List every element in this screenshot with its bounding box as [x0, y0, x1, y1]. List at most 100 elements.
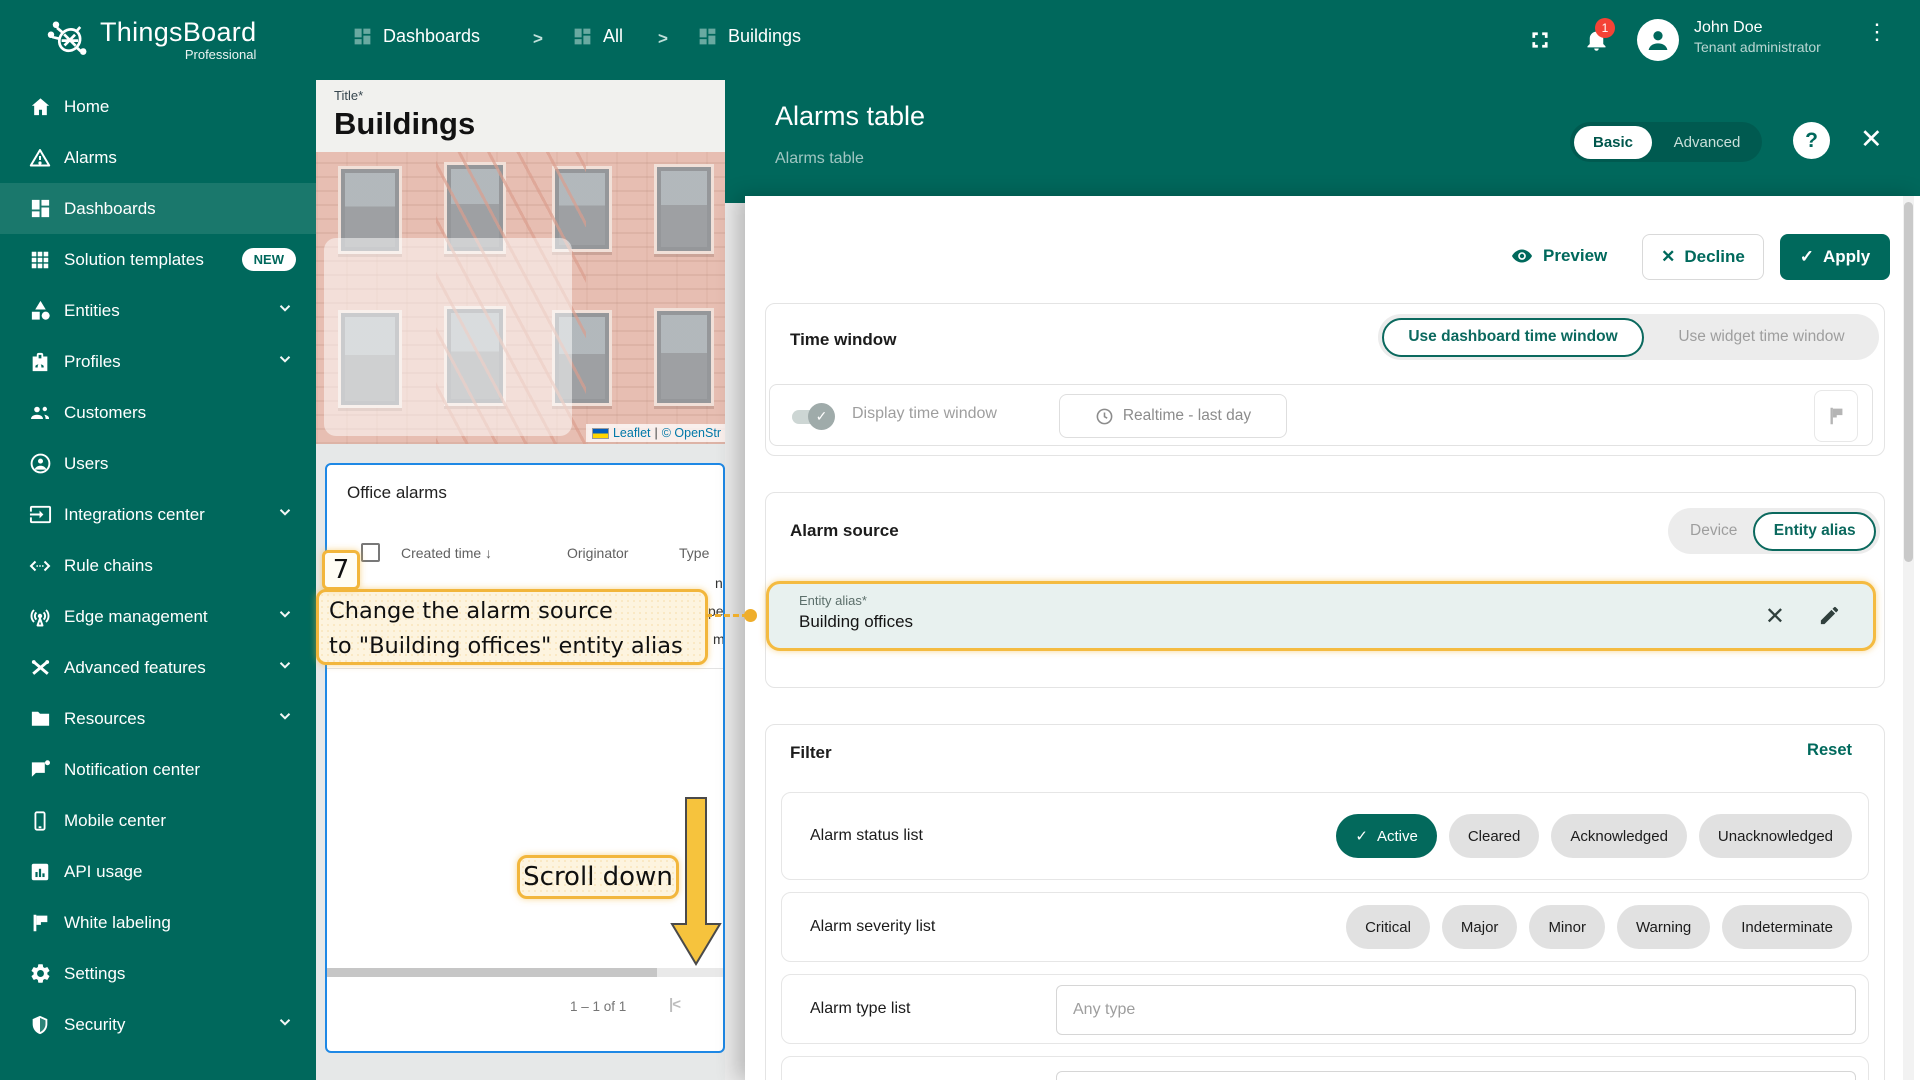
close-icon[interactable]: ✕ — [1860, 124, 1883, 155]
sidebar-item-api-usage[interactable]: API usage — [0, 846, 316, 897]
notifications-bell-icon[interactable]: 1 — [1583, 18, 1615, 58]
sidebar-item-white-labeling[interactable]: White labeling — [0, 897, 316, 948]
horizontal-scrollbar[interactable] — [327, 968, 723, 977]
folder-icon — [28, 707, 52, 731]
sort-desc-arrow-icon[interactable]: ↓ — [485, 545, 492, 561]
preview-button[interactable]: Preview — [1510, 244, 1607, 268]
clock-icon — [1096, 408, 1113, 424]
sidebar-item-home[interactable]: Home — [0, 81, 316, 132]
alarm-type-input[interactable] — [1056, 985, 1856, 1035]
leaflet-link[interactable]: Leaflet — [613, 426, 651, 440]
chevron-down-icon — [276, 299, 294, 322]
chip-warning[interactable]: Warning — [1616, 905, 1711, 949]
ukraine-flag-icon — [591, 427, 609, 439]
sidebar-item-customers[interactable]: Customers — [0, 387, 316, 438]
reset-link[interactable]: Reset — [1807, 741, 1852, 760]
profiles-badge-icon — [28, 350, 52, 374]
clear-icon[interactable]: ✕ — [1765, 602, 1785, 631]
chip-unacknowledged[interactable]: Unacknowledged — [1698, 814, 1852, 858]
toggle-thumb-check: ✓ — [808, 403, 835, 430]
panel-scrollbar[interactable] — [1903, 196, 1914, 1080]
tools-icon — [28, 656, 52, 680]
realtime-selector[interactable]: Realtime - last day — [1059, 394, 1287, 438]
chevron-down-icon — [276, 707, 294, 730]
users-person-icon — [28, 452, 52, 476]
sidebar-item-mobile-center[interactable]: Mobile center — [0, 795, 316, 846]
help-icon[interactable]: ? — [1793, 122, 1830, 159]
user-name: John Doe — [1694, 19, 1763, 36]
user-avatar[interactable] — [1637, 19, 1679, 61]
top-app-bar: ThingsBoard Professional Dashboards > Al… — [0, 0, 1920, 80]
alarm-severity-label: Alarm severity list — [810, 918, 936, 935]
breadcrumb-all[interactable]: All — [572, 26, 623, 47]
alarm-type-label: Alarm type list — [810, 1000, 911, 1017]
alarm-warning-icon — [28, 146, 52, 170]
chevron-down-icon — [276, 656, 294, 679]
breadcrumb-buildings[interactable]: Buildings — [697, 26, 801, 47]
user-role: Tenant administrator — [1694, 39, 1821, 55]
chip-active[interactable]: ✓ Active — [1336, 814, 1437, 858]
tab-advanced[interactable]: Advanced — [1652, 134, 1762, 151]
dashboard-edit-area: Title* Buildings Leaflet | © OpenStr Off… — [316, 80, 725, 1080]
alarm-status-label: Alarm status list — [810, 827, 923, 844]
sidebar-item-resources[interactable]: Resources — [0, 693, 316, 744]
chip-cleared[interactable]: Cleared — [1448, 814, 1540, 858]
kebab-menu-icon[interactable]: ⋮ — [1866, 21, 1888, 43]
sidebar-item-integrations[interactable]: Integrations center — [0, 489, 316, 540]
device-option[interactable]: Device — [1668, 522, 1753, 540]
thingsboard-app: ThingsBoard Professional Dashboards > Al… — [0, 0, 1920, 1080]
step-number-badge: 7 — [322, 550, 360, 590]
table-row-fragment: n — [715, 575, 723, 591]
dashboards-icon — [28, 197, 52, 221]
sidebar-item-solution-templates[interactable]: Solution templates NEW — [0, 234, 316, 285]
sidebar-item-dashboards[interactable]: Dashboards — [0, 183, 316, 234]
scroll-down-arrow — [670, 797, 722, 966]
dashboards-icon — [574, 28, 591, 45]
column-created-time[interactable]: Created time ↓ — [401, 545, 492, 561]
sidebar-item-alarms[interactable]: Alarms — [0, 132, 316, 183]
dashboard-title-card: Title* Buildings — [316, 80, 725, 152]
use-widget-time-window-option[interactable]: Use widget time window — [1644, 328, 1879, 346]
openstreetmap-link[interactable]: © OpenStr — [662, 426, 721, 440]
chip-minor[interactable]: Minor — [1529, 905, 1605, 949]
sidebar-item-security[interactable]: Security — [0, 999, 316, 1050]
tab-basic[interactable]: Basic — [1574, 125, 1652, 159]
use-dashboard-time-window-option[interactable]: Use dashboard time window — [1382, 317, 1644, 357]
chip-indeterminate[interactable]: Indeterminate — [1722, 905, 1852, 949]
thingsboard-logo[interactable]: ThingsBoard Professional — [44, 14, 256, 65]
dashboards-icon — [354, 28, 371, 45]
sidebar-item-settings[interactable]: Settings — [0, 948, 316, 999]
sidebar-item-advanced-features[interactable]: Advanced features — [0, 642, 316, 693]
column-type[interactable]: Type — [679, 545, 709, 561]
time-window-settings-row: ✓ Display time window Realtime - last da… — [769, 384, 1873, 446]
breadcrumb-dashboards[interactable]: Dashboards — [352, 26, 480, 47]
column-originator[interactable]: Originator — [567, 545, 628, 561]
sidebar-item-entities[interactable]: Entities — [0, 285, 316, 336]
scroll-down-callout: Scroll down — [517, 855, 679, 899]
notification-center-icon — [28, 758, 52, 782]
chip-critical[interactable]: Critical — [1346, 905, 1430, 949]
select-all-checkbox[interactable] — [361, 543, 380, 562]
entity-alias-field[interactable]: Entity alias* Building offices ✕ — [766, 581, 1876, 651]
first-page-icon[interactable]: |< — [669, 996, 681, 1013]
timewindow-style-button[interactable] — [1814, 390, 1858, 442]
decline-button[interactable]: ✕ Decline — [1642, 234, 1764, 280]
dashboard-title-input[interactable]: Buildings — [334, 106, 475, 142]
apply-button[interactable]: ✓ Apply — [1780, 234, 1890, 280]
breadcrumb-separator: > — [658, 29, 668, 48]
breadcrumb-separator: > — [533, 29, 543, 48]
sidebar-item-edge-management[interactable]: Edge management — [0, 591, 316, 642]
office-alarms-widget[interactable]: Office alarms Created time ↓ Originator … — [325, 463, 725, 1053]
sidebar-item-rule-chains[interactable]: Rule chains — [0, 540, 316, 591]
chip-major[interactable]: Major — [1441, 905, 1518, 949]
map-attribution: Leaflet | © OpenStr — [585, 424, 725, 442]
sidebar-item-notification-center[interactable]: Notification center — [0, 744, 316, 795]
edit-pencil-icon[interactable] — [1818, 604, 1841, 632]
chip-acknowledged[interactable]: Acknowledged — [1551, 814, 1687, 858]
user-info[interactable]: John Doe Tenant administrator — [1694, 18, 1821, 56]
sidebar-item-profiles[interactable]: Profiles — [0, 336, 316, 387]
entity-alias-option[interactable]: Entity alias — [1753, 511, 1876, 551]
sidebar-item-users[interactable]: Users — [0, 438, 316, 489]
chevron-down-icon — [276, 503, 294, 526]
fullscreen-icon[interactable] — [1527, 27, 1553, 58]
